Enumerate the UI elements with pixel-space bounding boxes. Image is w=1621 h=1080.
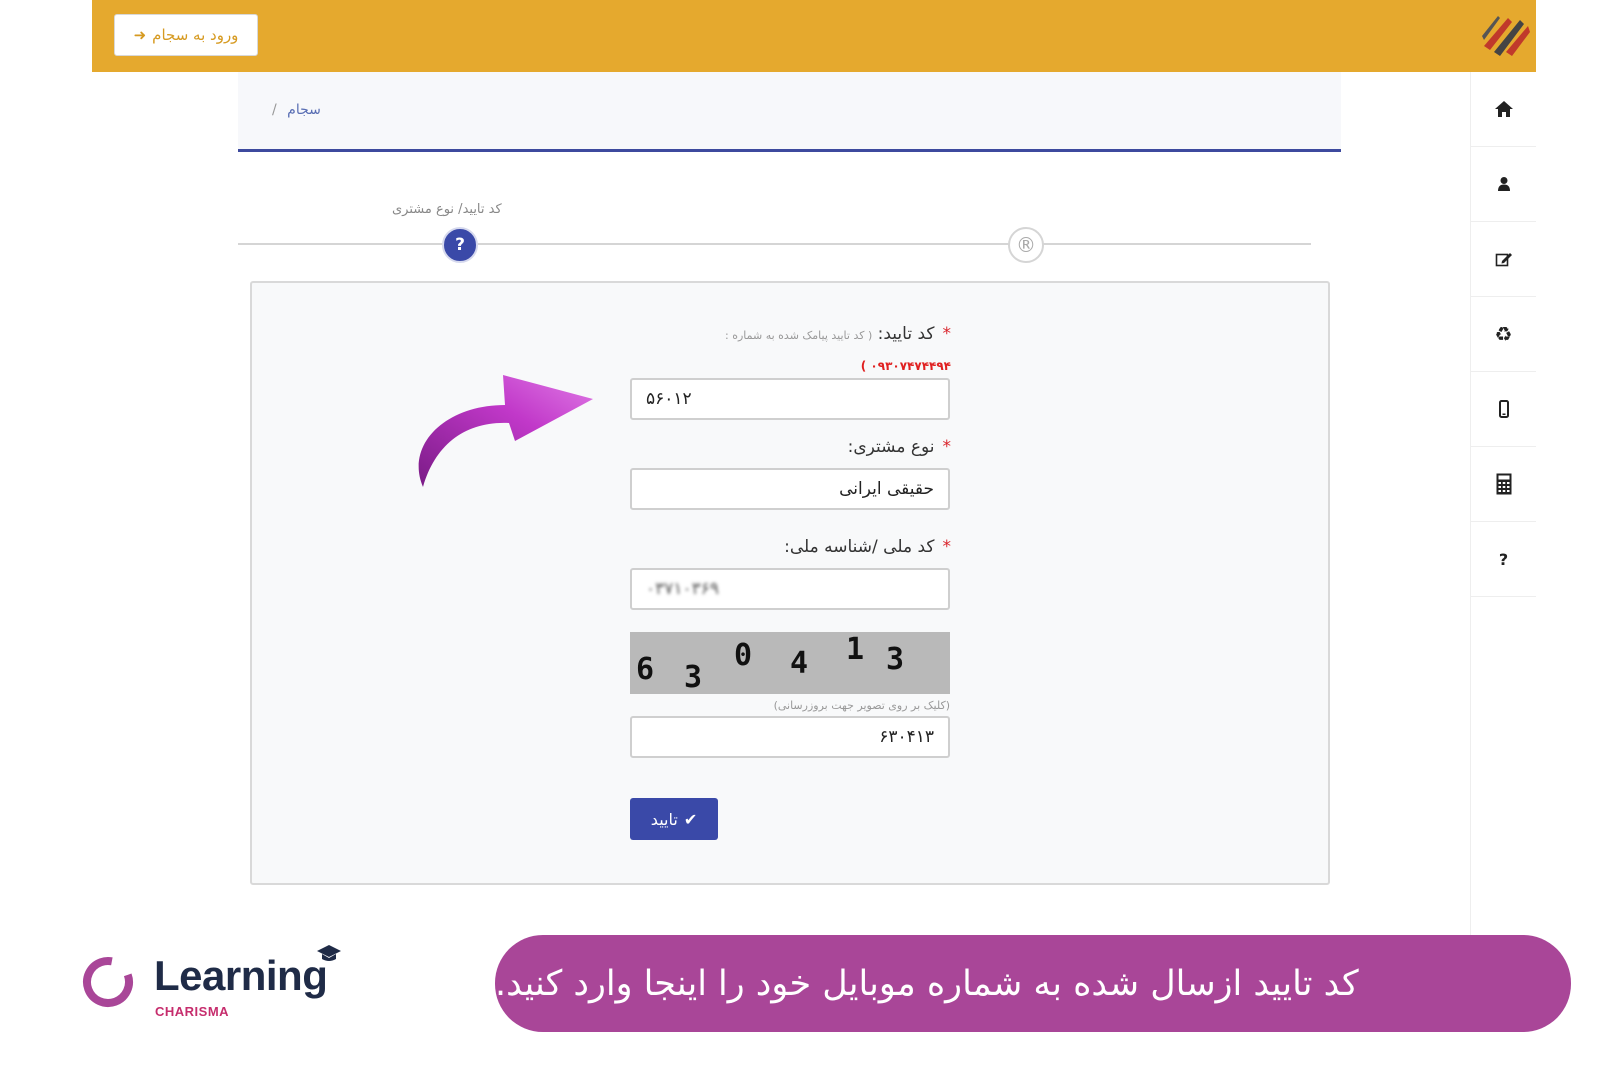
breadcrumb-item-sejam[interactable]: سجام (287, 102, 321, 118)
required-mark: * (942, 537, 952, 557)
customer-type-label-text: نوع مشتری: (847, 437, 935, 457)
caption-text: کد تایید ازسال شده به شماره موبایل خود ر… (495, 963, 1359, 1004)
confirm-button[interactable]: ✔ تایید (630, 798, 718, 840)
recycle-icon: ♻ (1494, 322, 1513, 346)
verification-code-hint: ( کد تایید پیامک شده به شماره : (725, 329, 873, 342)
sejam-logo (1482, 16, 1530, 56)
brand-name: Learning (154, 952, 328, 999)
captcha-input-value: ۶۳۰۴۱۳ (879, 727, 934, 747)
caption-banner: کد تایید ازسال شده به شماره موبایل خود ر… (495, 935, 1571, 1032)
wizard-step-label: کد تایید/ نوع مشتری (392, 202, 502, 217)
breadcrumb-separator: / (272, 102, 277, 118)
calculator-icon (1496, 473, 1511, 495)
captcha-char: 4 (790, 646, 809, 681)
login-sejam-button[interactable]: ورود به سجام ➜ (114, 14, 258, 56)
verification-code-input[interactable]: ۵۶۰۱۲ (630, 378, 950, 420)
learning-charisma-brand: Learning CHARISMA (80, 945, 360, 1020)
required-mark: * (942, 324, 952, 344)
captcha-char: 6 (636, 652, 655, 687)
customer-type-select[interactable]: حقیقی ایرانی (630, 468, 950, 510)
national-id-label-text: کد ملی /شناسه ملی: (784, 537, 935, 557)
wizard-progress-line (238, 243, 1311, 245)
captcha-image[interactable]: 6 3 0 4 1 3 (630, 632, 950, 694)
national-id-value: ۰۳۷۱۰۳۶۹ (646, 579, 720, 599)
sidebar-item-help[interactable]: ? (1471, 522, 1536, 597)
sidebar-item-calculator[interactable] (1471, 447, 1536, 522)
sidebar: ♻ ? (1470, 72, 1536, 940)
check-icon: ✔ (683, 809, 698, 829)
help-icon: ? (1498, 549, 1509, 569)
user-icon (1497, 177, 1510, 191)
verification-code-value: ۵۶۰۱۲ (646, 389, 692, 409)
verification-code-label-text: کد تایید: (877, 324, 935, 344)
captcha-refresh-hint: (کلیک بر روی تصویر جهت بروزرسانی) (773, 699, 950, 712)
captcha-char: 1 (846, 632, 865, 667)
captcha-input[interactable]: ۶۳۰۴۱۳ (630, 716, 950, 758)
sidebar-item-profile[interactable] (1471, 147, 1536, 222)
breadcrumb: سجام / (272, 102, 321, 118)
pointer-arrow-graphic (418, 375, 593, 487)
home-icon (1494, 101, 1513, 117)
question-icon: ? (455, 235, 465, 255)
sidebar-item-mobile[interactable] (1471, 372, 1536, 447)
registered-icon: ® (1016, 233, 1036, 257)
login-button-label: ورود به سجام (152, 26, 239, 44)
captcha-char: 3 (684, 660, 703, 694)
captcha-char: 3 (886, 642, 905, 677)
edit-icon (1495, 253, 1512, 267)
captcha-char: 0 (734, 638, 753, 673)
brand-subtitle: CHARISMA (155, 1004, 230, 1019)
customer-type-value: حقیقی ایرانی (839, 479, 934, 499)
sign-in-icon: ➜ (133, 26, 147, 44)
sidebar-item-edit[interactable] (1471, 222, 1536, 297)
screenshot-stage: ورود به سجام ➜ ♻ ? سجام / کد تایید/ نوع … (0, 0, 1621, 1080)
sidebar-item-home[interactable] (1471, 72, 1536, 147)
required-mark: * (942, 437, 952, 457)
breadcrumb-bar: سجام / (238, 72, 1341, 152)
national-id-label: * کد ملی /شناسه ملی: (784, 537, 951, 557)
wizard-step-next[interactable]: ® (1008, 227, 1044, 263)
graduation-cap-icon (317, 945, 341, 961)
phone-number: ۰۹۳۰۷۴۷۴۴۹۴ ) (860, 359, 951, 373)
top-bar: ورود به سجام ➜ (92, 0, 1536, 72)
wizard-step-current[interactable]: ? (442, 227, 478, 263)
sidebar-item-recycle[interactable]: ♻ (1471, 297, 1536, 372)
customer-type-label: * نوع مشتری: (848, 437, 951, 457)
brand-ring-icon (83, 957, 133, 1007)
verification-code-label: * کد تایید: ( کد تایید پیامک شده به شماره… (725, 324, 951, 344)
national-id-input[interactable]: ۰۳۷۱۰۳۶۹ (630, 568, 950, 610)
confirm-button-label: تایید (650, 809, 678, 829)
mobile-icon (1498, 400, 1509, 418)
